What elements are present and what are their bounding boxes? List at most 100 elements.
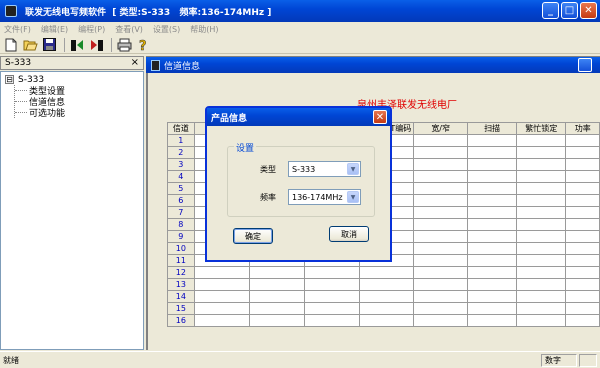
- table-cell[interactable]: [516, 254, 567, 267]
- menu-file[interactable]: 文件(F): [4, 24, 31, 35]
- column-header[interactable]: 功率: [565, 122, 600, 135]
- table-cell[interactable]: [565, 146, 600, 159]
- table-cell[interactable]: [516, 302, 567, 315]
- table-cell[interactable]: [304, 278, 361, 291]
- table-cell[interactable]: [413, 206, 469, 219]
- table-cell[interactable]: [516, 206, 567, 219]
- table-cell[interactable]: [565, 134, 600, 147]
- table-cell[interactable]: [413, 254, 469, 267]
- column-header[interactable]: 繁忙锁定: [516, 122, 567, 135]
- table-cell[interactable]: [565, 218, 600, 231]
- table-cell[interactable]: [359, 266, 415, 279]
- column-header[interactable]: 宽/窄: [413, 122, 469, 135]
- table-cell[interactable]: [516, 314, 567, 327]
- table-cell[interactable]: [359, 302, 415, 315]
- channel-number[interactable]: 7: [167, 206, 195, 219]
- maximize-button[interactable]: □: [561, 2, 578, 19]
- table-cell[interactable]: [467, 194, 518, 207]
- table-cell[interactable]: [413, 242, 469, 255]
- table-cell[interactable]: [467, 146, 518, 159]
- table-cell[interactable]: [565, 254, 600, 267]
- channel-number[interactable]: 3: [167, 158, 195, 171]
- menu-view[interactable]: 查看(V): [115, 24, 143, 35]
- channel-number[interactable]: 8: [167, 218, 195, 231]
- table-cell[interactable]: [413, 230, 469, 243]
- table-cell[interactable]: [193, 314, 250, 327]
- table-cell[interactable]: [516, 158, 567, 171]
- table-cell[interactable]: [565, 314, 600, 327]
- table-cell[interactable]: [565, 170, 600, 183]
- table-cell[interactable]: [467, 266, 518, 279]
- channel-number[interactable]: 2: [167, 146, 195, 159]
- table-cell[interactable]: [359, 278, 415, 291]
- table-cell[interactable]: [516, 266, 567, 279]
- table-cell[interactable]: [413, 158, 469, 171]
- table-cell[interactable]: [516, 230, 567, 243]
- cancel-button[interactable]: 取消: [329, 226, 369, 242]
- table-cell[interactable]: [467, 242, 518, 255]
- table-cell[interactable]: [565, 158, 600, 171]
- collapse-icon[interactable]: ⊟: [5, 75, 14, 84]
- table-cell[interactable]: [413, 266, 469, 279]
- table-cell[interactable]: [467, 314, 518, 327]
- table-cell[interactable]: [248, 302, 306, 315]
- menu-edit[interactable]: 编辑(E): [41, 24, 68, 35]
- channel-number[interactable]: 13: [167, 278, 195, 291]
- channel-number[interactable]: 9: [167, 230, 195, 243]
- child-minimize-button[interactable]: [578, 58, 592, 72]
- table-cell[interactable]: [413, 218, 469, 231]
- table-cell[interactable]: [413, 170, 469, 183]
- channel-number[interactable]: 15: [167, 302, 195, 315]
- channel-number[interactable]: 1: [167, 134, 195, 147]
- column-header[interactable]: 扫描: [467, 122, 518, 135]
- table-cell[interactable]: [359, 290, 415, 303]
- table-cell[interactable]: [565, 242, 600, 255]
- channel-number[interactable]: 12: [167, 266, 195, 279]
- column-header[interactable]: 信道: [167, 122, 195, 135]
- save-icon[interactable]: [41, 37, 57, 53]
- table-cell[interactable]: [193, 266, 250, 279]
- table-cell[interactable]: [359, 314, 415, 327]
- new-icon[interactable]: [3, 37, 19, 53]
- table-cell[interactable]: [516, 182, 567, 195]
- table-cell[interactable]: [516, 170, 567, 183]
- menu-settings[interactable]: 设置(S): [153, 24, 180, 35]
- table-cell[interactable]: [516, 194, 567, 207]
- table-cell[interactable]: [413, 314, 469, 327]
- chevron-down-icon[interactable]: ▼: [347, 163, 359, 175]
- channel-number[interactable]: 5: [167, 182, 195, 195]
- table-cell[interactable]: [467, 254, 518, 267]
- table-cell[interactable]: [413, 194, 469, 207]
- help-icon[interactable]: ?: [135, 37, 151, 53]
- table-cell[interactable]: [248, 290, 306, 303]
- table-cell[interactable]: [516, 278, 567, 291]
- table-cell[interactable]: [565, 206, 600, 219]
- table-cell[interactable]: [304, 302, 361, 315]
- table-cell[interactable]: [467, 206, 518, 219]
- table-cell[interactable]: [467, 302, 518, 315]
- table-cell[interactable]: [516, 290, 567, 303]
- channel-number[interactable]: 10: [167, 242, 195, 255]
- table-cell[interactable]: [248, 314, 306, 327]
- table-cell[interactable]: [413, 290, 469, 303]
- table-cell[interactable]: [413, 278, 469, 291]
- open-icon[interactable]: [22, 37, 38, 53]
- channel-number[interactable]: 11: [167, 254, 195, 267]
- channel-number[interactable]: 14: [167, 290, 195, 303]
- channel-number[interactable]: 6: [167, 194, 195, 207]
- chevron-down-icon[interactable]: ▼: [347, 191, 359, 203]
- table-cell[interactable]: [565, 266, 600, 279]
- close-button[interactable]: ✕: [580, 2, 597, 19]
- channel-number[interactable]: 4: [167, 170, 195, 183]
- table-cell[interactable]: [467, 170, 518, 183]
- table-cell[interactable]: [304, 266, 361, 279]
- table-cell[interactable]: [516, 134, 567, 147]
- table-cell[interactable]: [413, 146, 469, 159]
- table-cell[interactable]: [304, 314, 361, 327]
- table-cell[interactable]: [248, 266, 306, 279]
- write-radio-icon[interactable]: [88, 37, 104, 53]
- dialog-close-button[interactable]: ✕: [373, 110, 387, 124]
- table-cell[interactable]: [565, 182, 600, 195]
- table-cell[interactable]: [467, 218, 518, 231]
- type-select[interactable]: S-333 ▼: [288, 161, 361, 177]
